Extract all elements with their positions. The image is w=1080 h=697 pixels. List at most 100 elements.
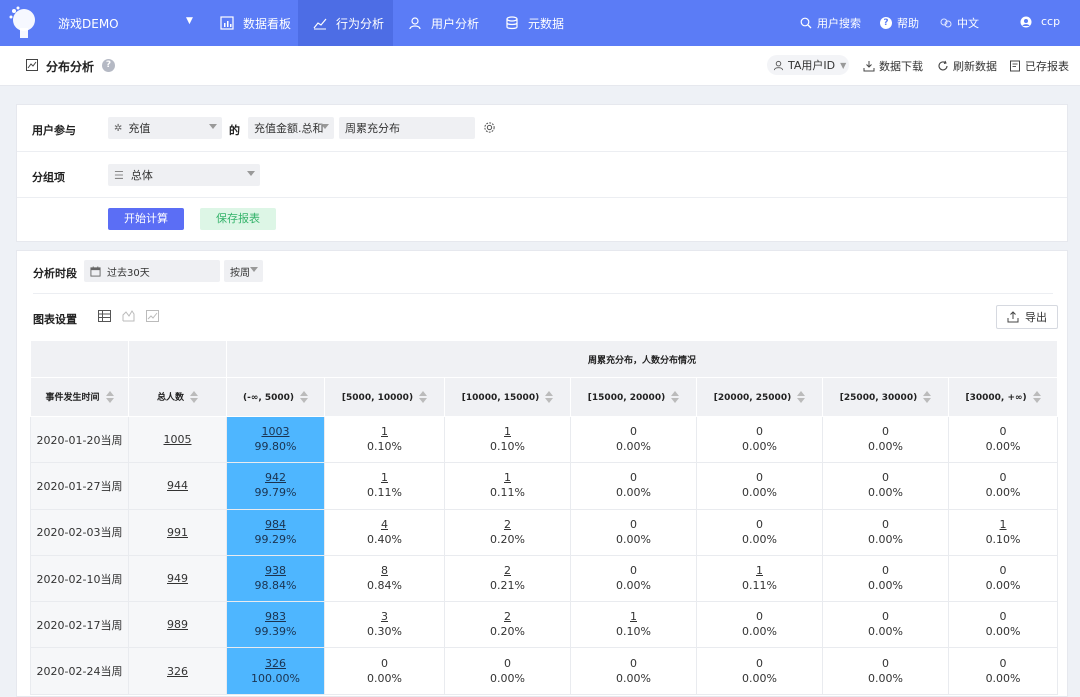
bucket-count-link[interactable]: 942 [227,470,324,485]
header-bucket[interactable]: [5000, 10000) [324,377,445,417]
image-chart-icon[interactable] [146,310,159,322]
granularity-select[interactable]: 按周 [224,260,263,282]
bucket-percent: 99.29% [254,532,297,546]
date-range-picker[interactable]: 过去30天 [84,260,220,282]
row-total-cell: 1005 [128,415,227,464]
bucket-count-link[interactable]: 2 [445,609,570,624]
brain-logo-icon[interactable] [8,6,40,40]
bucket-count-link[interactable]: 1 [325,424,444,439]
sort-icon[interactable] [105,390,114,404]
bucket-cell: 2 0.20% [444,508,571,556]
header-bucket[interactable]: [15000, 20000) [570,377,697,417]
settings-gear-icon[interactable] [483,121,496,134]
header-blank [128,340,227,378]
table-view-icon[interactable] [98,310,111,322]
bucket-count: 0 [756,610,763,624]
help-link[interactable]: ? 帮助 [880,15,919,31]
row-total-link[interactable]: 949 [129,571,226,586]
row-total-link[interactable]: 989 [129,617,226,632]
header-time[interactable]: 事件发生时间 [30,377,129,417]
sort-icon[interactable] [1032,390,1041,404]
row-total-link[interactable]: 991 [129,525,226,540]
bucket-cell: 1 0.10% [324,415,445,464]
bucket-count: 0 [381,656,388,670]
user-search-link[interactable]: 用户搜索 [800,15,861,31]
granularity-value: 按周 [230,267,250,279]
bucket-count-link[interactable]: 1 [445,470,570,485]
tab-behavior-analysis[interactable]: 行为分析 [298,0,393,46]
bucket-count: 0 [630,564,637,578]
header-bucket[interactable]: [10000, 15000) [444,377,571,417]
bucket-count-link[interactable]: 1 [325,470,444,485]
bucket-count-link[interactable]: 3 [325,609,444,624]
saved-reports-button[interactable]: 已存报表 [1009,58,1069,74]
app-name[interactable]: 游戏DEMO [58,15,119,32]
header-bucket-label: [15000, 20000) [587,393,666,403]
app-switch-caret-icon[interactable]: ▼ [186,16,193,26]
tab-metadata[interactable]: 元数据 [490,0,580,46]
bucket-count-link[interactable]: 983 [227,609,324,624]
bucket-cell: 1 0.11% [444,462,571,510]
bucket-cell: 0 0.00% [570,508,697,556]
row-total-link[interactable]: 326 [129,664,226,679]
bucket-count: 0 [882,425,889,439]
header-bucket[interactable]: [30000, +∞) [947,377,1059,417]
event-select[interactable]: ✲ 充值 [108,117,222,139]
bucket-count-link[interactable]: 984 [227,517,324,532]
sort-icon[interactable] [923,390,932,404]
table-row: 2020-02-24当周 326 326 100.00% 0 0.00% 0 0.00% 0 0.… [30,647,1059,695]
bucket-percent: 0.00% [868,671,903,685]
header-bucket[interactable]: [25000, 30000) [822,377,949,417]
row-total-link[interactable]: 1005 [129,432,226,447]
analysis-name-input[interactable]: 周累充分布 [339,117,475,139]
line-chart-icon[interactable] [122,310,135,322]
header-bucket-label: [25000, 30000) [839,393,918,403]
bucket-count-link[interactable]: 1 [697,563,822,578]
bucket-count-link[interactable]: 326 [227,656,324,671]
bucket-cell: 1 0.11% [696,554,823,603]
help-icon[interactable]: ? [102,59,115,72]
trend-icon [313,18,327,30]
bucket-count-link[interactable]: 1 [949,517,1057,532]
sort-icon[interactable] [419,390,428,404]
bucket-count-link[interactable]: 1 [571,609,696,624]
bucket-count-link[interactable]: 2 [445,563,570,578]
refresh-button[interactable]: 刷新数据 [937,58,997,74]
bucket-count-link[interactable]: 8 [325,563,444,578]
header-bucket[interactable]: [20000, 25000) [696,377,823,417]
language-switch[interactable]: 中文 [940,15,979,31]
user-menu[interactable]: ccp [1020,15,1060,28]
bucket-count-link[interactable]: 938 [227,563,324,578]
ta-user-id-select[interactable]: TA用户ID ▼ [767,55,849,75]
bucket-count-link[interactable]: 1 [445,424,570,439]
export-button[interactable]: 导出 [996,305,1058,329]
bucket-cell: 942 99.79% [226,462,325,510]
header-total[interactable]: 总人数 [128,377,227,417]
search-icon [800,17,812,29]
bucket-count-link[interactable]: 2 [445,517,570,532]
sort-icon[interactable] [300,390,309,404]
bucket-count-link[interactable]: 4 [325,517,444,532]
sort-icon[interactable] [190,390,198,404]
save-report-button[interactable]: 保存报表 [200,208,276,230]
tab-dashboard[interactable]: 数据看板 [210,0,298,46]
distribution-analysis-icon [26,59,38,71]
header-bucket[interactable]: (-∞, 5000) [226,377,325,417]
download-button[interactable]: 数据下载 [863,58,923,74]
help-label: 帮助 [897,17,919,30]
distribution-table: 周累充分布，人数分布情况 事件发生时间 总人数 (-∞, 5000) [5000,… [30,340,1059,695]
group-select[interactable]: ☰ 总体 [108,164,260,186]
bucket-count-link[interactable]: 1003 [227,424,324,439]
tab-dashboard-label: 数据看板 [243,16,292,31]
tab-user-analysis[interactable]: 用户分析 [393,0,488,46]
sort-icon[interactable] [797,390,806,404]
table-row: 2020-02-17当周 989 983 99.39% 3 0.30% 2 0.20% 1 0.1… [30,601,1059,649]
bucket-count: 0 [999,425,1007,439]
metric-select[interactable]: 充值金额.总和 [248,117,334,139]
query-panel: 用户参与 ✲ 充值 的 充值金额.总和 周累充分布 分组项 ☰ 总体 开始计算 … [16,104,1068,242]
sort-icon[interactable] [545,390,554,404]
start-calculation-button[interactable]: 开始计算 [108,208,184,230]
row-total-link[interactable]: 944 [129,478,226,493]
bucket-percent: 0.00% [985,486,1021,500]
sort-icon[interactable] [671,390,680,404]
